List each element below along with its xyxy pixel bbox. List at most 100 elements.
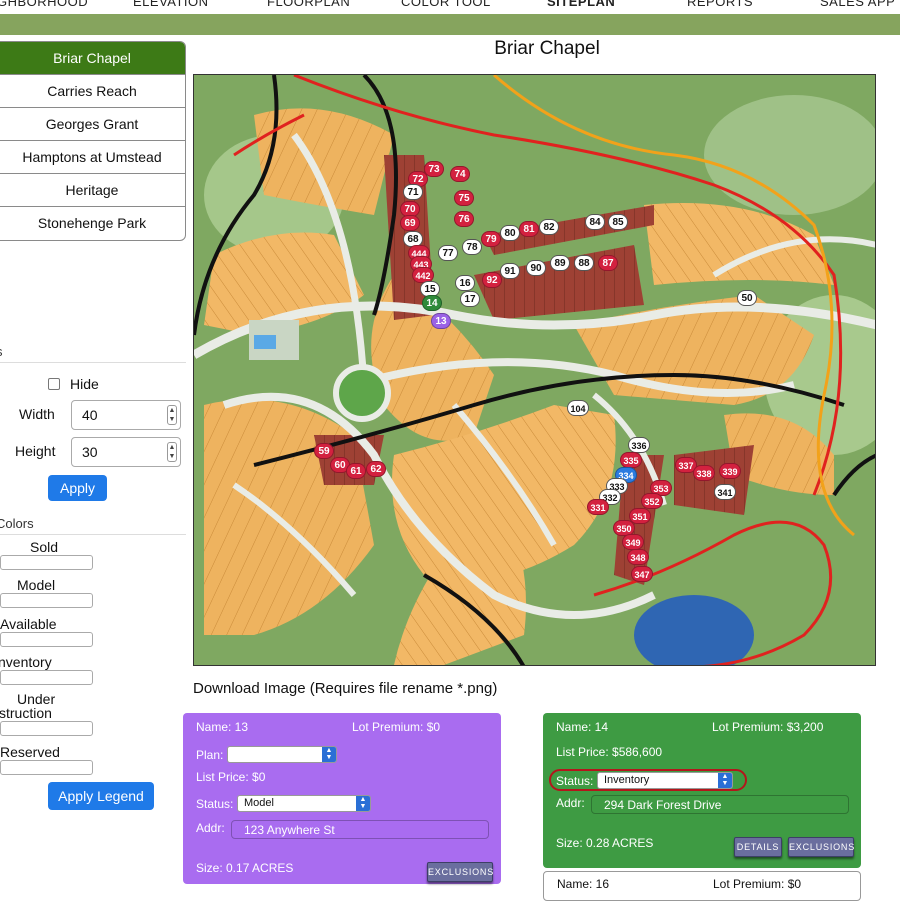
legend-label-inventory: nventory: [0, 654, 52, 670]
lot-marker[interactable]: 78: [462, 239, 482, 255]
legend-color-model[interactable]: [0, 593, 93, 608]
legend-color-under-construction[interactable]: [0, 721, 93, 736]
lot-marker[interactable]: 80: [500, 225, 520, 241]
lot-marker[interactable]: 335: [620, 452, 642, 468]
height-input[interactable]: 30 ▲ ▼: [71, 437, 181, 467]
status-select[interactable]: Model ▲ ▼: [237, 795, 371, 812]
lot-size: Size: 0.28 ACRES: [556, 836, 654, 850]
address-field[interactable]: 123 Anywhere St: [231, 820, 489, 839]
lot-marker[interactable]: 75: [454, 190, 474, 206]
hide-checkbox[interactable]: [48, 378, 60, 390]
section-divider: [0, 534, 186, 535]
apply-button[interactable]: Apply: [48, 475, 107, 501]
lot-name: Name: 13: [196, 720, 249, 734]
lot-marker[interactable]: 331: [587, 499, 609, 515]
legend-label-available: Available: [0, 616, 57, 632]
plan-select[interactable]: ▲ ▼: [227, 746, 337, 763]
lot-marker[interactable]: 71: [403, 184, 423, 200]
community-item-heritage[interactable]: Heritage: [0, 174, 185, 207]
chevron-updown-icon: ▲ ▼: [322, 747, 336, 762]
top-nav: GHBORHOOD ELEVATION FLOORPLAN COLOR TOOL…: [0, 0, 900, 14]
width-stepper[interactable]: ▲ ▼: [167, 405, 177, 425]
nav-elevation[interactable]: ELEVATION: [133, 0, 209, 9]
community-item-stonehenge-park[interactable]: Stonehenge Park: [0, 207, 185, 240]
lot-marker[interactable]: 352: [641, 493, 663, 509]
site-plan-map[interactable]: 73 74 72 71 75 70 69 76 68 444 443 442 15 14 13 77 78 79 8…: [193, 74, 876, 666]
lot-marker[interactable]: 85: [608, 214, 628, 230]
lot-marker[interactable]: 92: [482, 272, 502, 288]
lot-marker[interactable]: 61: [346, 463, 366, 479]
lot-marker[interactable]: 339: [719, 463, 741, 479]
legend-label-model: Model: [17, 577, 56, 593]
chevron-updown-icon: ▲ ▼: [356, 796, 370, 811]
nav-neighborhood[interactable]: GHBORHOOD: [0, 0, 88, 9]
list-price: List Price: $586,600: [556, 745, 663, 759]
lot-marker[interactable]: 16: [455, 275, 475, 291]
lot-marker[interactable]: 50: [737, 290, 757, 306]
lot-marker[interactable]: 82: [539, 219, 559, 235]
lot-marker[interactable]: 338: [693, 465, 715, 481]
lot-marker[interactable]: 341: [714, 484, 736, 500]
details-button[interactable]: DETAILS: [734, 837, 782, 857]
community-list: Briar Chapel Carries Reach Georges Grant…: [0, 41, 186, 241]
nav-siteplan[interactable]: SITEPLAN: [547, 0, 615, 9]
nav-color-tool[interactable]: COLOR TOOL: [401, 0, 491, 9]
lot-marker[interactable]: 88: [574, 255, 594, 271]
lot-marker[interactable]: 77: [438, 245, 458, 261]
lot-marker[interactable]: 13: [431, 313, 451, 329]
download-image-link[interactable]: Download Image (Requires file rename *.p…: [193, 680, 497, 697]
community-item-hamptons[interactable]: Hamptons at Umstead: [0, 141, 185, 174]
legend-color-reserved[interactable]: [0, 760, 93, 775]
lot-markers-layer: 73 74 72 71 75 70 69 76 68 444 443 442 15 14 13 77 78 79 8…: [194, 75, 875, 665]
lot-marker[interactable]: 84: [585, 214, 605, 230]
exclusions-button[interactable]: EXCLUSIONS: [788, 837, 854, 857]
lot-name: Name: 16: [557, 877, 610, 891]
community-item-carries-reach[interactable]: Carries Reach: [0, 75, 185, 108]
width-input[interactable]: 40 ▲ ▼: [71, 400, 181, 430]
width-label: Width: [19, 406, 55, 422]
lot-marker[interactable]: 349: [622, 534, 644, 550]
chevron-updown-icon: ▲ ▼: [718, 773, 732, 788]
lot-size: Size: 0.17 ACRES: [196, 861, 294, 875]
lot-card-14: Name: 14 Lot Premium: $3,200 List Price:…: [543, 713, 861, 868]
lot-marker[interactable]: 62: [366, 461, 386, 477]
nav-reports[interactable]: REPORTS: [687, 0, 753, 9]
lot-marker[interactable]: 69: [400, 215, 420, 231]
lot-premium: Lot Premium: $3,200: [712, 720, 824, 734]
legend-color-sold[interactable]: [0, 555, 93, 570]
lot-marker[interactable]: 14: [422, 295, 442, 311]
lot-marker[interactable]: 87: [598, 255, 618, 271]
exclusions-button[interactable]: EXCLUSIONS: [427, 862, 493, 882]
legend-color-inventory[interactable]: [0, 670, 93, 685]
legend-label-sold: Sold: [30, 539, 59, 555]
lot-marker[interactable]: 81: [519, 221, 539, 237]
lot-marker[interactable]: 104: [567, 400, 589, 416]
status-select[interactable]: Inventory ▲ ▼: [597, 772, 733, 789]
lot-marker[interactable]: 89: [550, 255, 570, 271]
lot-marker[interactable]: 348: [627, 549, 649, 565]
status-value: Inventory: [604, 774, 650, 786]
plan-label: Plan:: [196, 748, 224, 762]
community-item-briar-chapel[interactable]: Briar Chapel: [0, 42, 185, 75]
height-stepper[interactable]: ▲ ▼: [167, 442, 177, 462]
lot-marker[interactable]: 76: [454, 211, 474, 227]
lot-marker[interactable]: 79: [481, 231, 501, 247]
lot-marker[interactable]: 90: [526, 260, 546, 276]
address-field[interactable]: 294 Dark Forest Drive: [591, 795, 849, 814]
lot-marker[interactable]: 347: [631, 566, 653, 582]
nav-floorplan[interactable]: FLOORPLAN: [267, 0, 350, 9]
community-item-georges-grant[interactable]: Georges Grant: [0, 108, 185, 141]
lot-premium: Lot Premium: $0: [352, 720, 441, 734]
nav-sales-app[interactable]: SALES APP: [820, 0, 895, 9]
legend-color-available[interactable]: [0, 632, 93, 647]
apply-legend-button[interactable]: Apply Legend: [48, 782, 154, 810]
width-value: 40: [82, 407, 98, 423]
lot-marker[interactable]: 17: [460, 291, 480, 307]
lot-marker[interactable]: 74: [450, 166, 470, 182]
lot-marker[interactable]: 91: [500, 263, 520, 279]
lot-card-16: Name: 16 Lot Premium: $0: [543, 871, 861, 901]
map-title: Briar Chapel: [494, 38, 600, 59]
list-price: List Price: $0: [196, 770, 266, 784]
lot-marker[interactable]: 59: [314, 443, 334, 459]
lot-marker[interactable]: 336: [628, 437, 650, 453]
